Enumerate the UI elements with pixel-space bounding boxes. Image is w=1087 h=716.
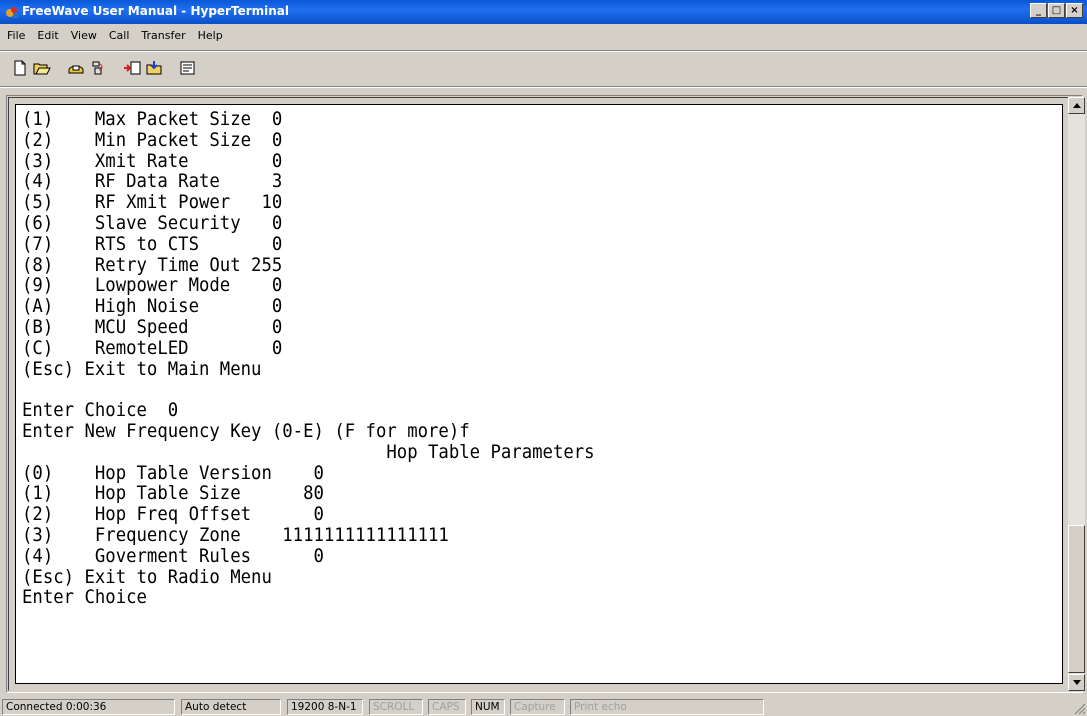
status-detect: Auto detect <box>181 699 281 715</box>
terminal-line: (A) High Noise 0 <box>22 296 283 318</box>
title-bar: FreeWave User Manual - HyperTerminal _ □… <box>0 0 1087 24</box>
close-button[interactable]: × <box>1066 3 1083 18</box>
toolbar <box>10 54 200 82</box>
terminal-line: (8) Retry Time Out 255 <box>22 254 283 276</box>
window-title: FreeWave User Manual - HyperTerminal <box>22 4 289 18</box>
terminal-line: (0) Hop Table Version 0 <box>22 462 324 484</box>
terminal-line: (Esc) Exit to Main Menu <box>22 358 262 380</box>
menu-file[interactable]: File <box>0 27 30 47</box>
menu-edit[interactable]: Edit <box>30 27 63 47</box>
menu-view[interactable]: View <box>64 27 102 47</box>
properties-icon <box>180 61 195 75</box>
new-button[interactable] <box>10 58 30 78</box>
terminal-line: (2) Min Packet Size 0 <box>22 129 283 151</box>
menu-divider <box>0 50 1087 52</box>
terminal-line: (1) Hop Table Size 80 <box>22 483 324 505</box>
terminal-line: Enter Choice <box>22 587 147 609</box>
send-icon <box>124 61 141 75</box>
maximize-button[interactable]: □ <box>1048 3 1065 18</box>
scroll-thumb[interactable] <box>1068 525 1085 673</box>
send-button[interactable] <box>122 58 142 78</box>
status-bar: Connected 0:00:36 Auto detect 19200 8-N-… <box>0 697 1087 716</box>
terminal-line: (7) RTS to CTS 0 <box>22 233 283 255</box>
status-print-echo: Print echo <box>570 699 764 715</box>
status-settings: 19200 8-N-1 <box>287 699 363 715</box>
properties-button[interactable] <box>178 58 198 78</box>
menu-bar: File Edit View Call Transfer Help <box>0 27 228 47</box>
terminal-line: (3) Xmit Rate 0 <box>22 150 283 172</box>
disconnect-icon <box>92 61 103 75</box>
terminal-output: (1) Max Packet Size 0 (2) Min Packet Siz… <box>22 109 595 609</box>
terminal-line: (B) MCU Speed 0 <box>22 316 283 338</box>
disconnect-button[interactable] <box>88 58 108 78</box>
terminal-line: Enter New Frequency Key (0-E) (F for mor… <box>22 420 470 442</box>
status-capture: Capture <box>510 699 565 715</box>
terminal-line: Hop Table Parameters <box>22 441 595 463</box>
receive-icon <box>146 61 162 75</box>
terminal-line: (4) RF Data Rate 3 <box>22 171 283 193</box>
toolbar-divider <box>0 86 1087 88</box>
status-num: NUM <box>471 699 505 715</box>
status-caps: CAPS <box>428 699 466 715</box>
arrow-up-icon <box>1072 103 1081 108</box>
scroll-up-button[interactable] <box>1068 97 1085 114</box>
menu-call[interactable]: Call <box>102 27 135 47</box>
terminal-line: (4) Goverment Rules 0 <box>22 545 324 567</box>
terminal-line: (5) RF Xmit Power 10 <box>22 192 283 214</box>
connect-button[interactable] <box>66 58 86 78</box>
vertical-scrollbar[interactable] <box>1068 97 1085 691</box>
minimize-button[interactable]: _ <box>1030 3 1047 18</box>
terminal-line: Enter Choice 0 <box>22 400 179 422</box>
open-button[interactable] <box>32 58 52 78</box>
resize-grip-icon[interactable] <box>1074 703 1086 715</box>
menu-transfer[interactable]: Transfer <box>134 27 190 47</box>
receive-button[interactable] <box>144 58 164 78</box>
terminal-screen[interactable]: (1) Max Packet Size 0 (2) Min Packet Siz… <box>15 104 1063 684</box>
terminal-line: (9) Lowpower Mode 0 <box>22 275 283 297</box>
terminal-line: (2) Hop Freq Offset 0 <box>22 504 324 526</box>
status-scroll: SCROLL <box>369 699 423 715</box>
new-icon <box>14 60 26 76</box>
menu-help[interactable]: Help <box>191 27 228 47</box>
scroll-down-button[interactable] <box>1068 674 1085 691</box>
terminal-line: (6) Slave Security 0 <box>22 212 283 234</box>
open-icon <box>33 63 51 75</box>
status-connected: Connected 0:00:36 <box>2 699 175 715</box>
terminal-line: (1) Max Packet Size 0 <box>22 109 283 130</box>
connect-icon <box>68 65 84 74</box>
hyperterminal-icon <box>6 7 18 18</box>
arrow-down-icon <box>1072 680 1081 685</box>
terminal-line: (Esc) Exit to Radio Menu <box>22 566 272 588</box>
terminal-frame: (1) Max Packet Size 0 (2) Min Packet Siz… <box>6 95 1083 693</box>
terminal-line: (C) RemoteLED 0 <box>22 337 283 359</box>
terminal-line: (3) Frequency Zone 1111111111111111 <box>22 524 449 546</box>
